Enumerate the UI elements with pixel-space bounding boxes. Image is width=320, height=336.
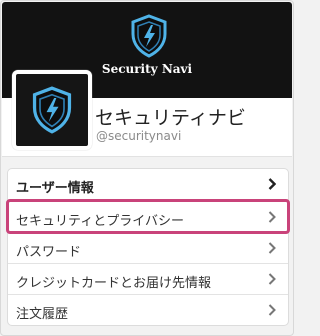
account-handle: @securitynavi (96, 129, 182, 143)
chevron-right-icon (268, 178, 276, 190)
chevron-right-icon (268, 211, 276, 223)
menu-item-user-info[interactable]: ユーザー情報 (8, 169, 288, 201)
menu-item-label: ユーザー情報 (16, 181, 94, 196)
account-name: セキュリティナビ (95, 107, 246, 129)
menu-item-label: 注文履歴 (16, 307, 69, 322)
menu-item-password[interactable]: パスワード (8, 232, 288, 263)
chevron-right-icon (268, 273, 276, 285)
shield-lightning-icon (32, 86, 72, 134)
chevron-right-icon (268, 242, 276, 254)
app-frame: Security Navi セキュリティナビ @securitynavi ユーザ… (0, 0, 294, 336)
menu-item-security-privacy[interactable]: セキュリティとプライバシー (6, 199, 290, 234)
menu-item-label: セキュリティとプライバシー (16, 214, 184, 229)
menu-item-label: クレジットカードとお届け先情報 (16, 276, 212, 291)
menu-item-credit-card-shipping[interactable]: クレジットカードとお届け先情報 (8, 263, 288, 294)
settings-menu: ユーザー情報 セキュリティとプライバシー パスワード クレジットカードとお届け先… (6, 168, 290, 326)
profile-header: セキュリティナビ @securitynavi (2, 70, 292, 157)
menu-item-label: パスワード (16, 245, 82, 260)
menu-item-order-history[interactable]: 注文履歴 (8, 294, 288, 325)
chevron-right-icon (268, 304, 276, 316)
shield-lightning-icon (131, 14, 167, 58)
avatar[interactable] (12, 70, 92, 150)
